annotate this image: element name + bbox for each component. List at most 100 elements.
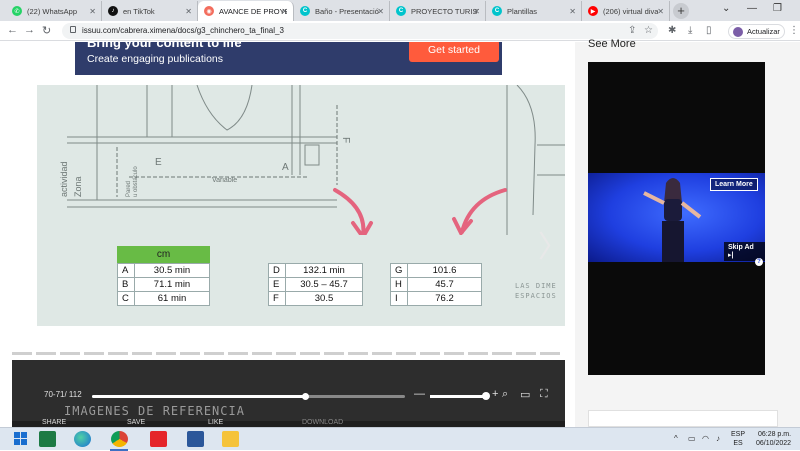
close-icon[interactable]: ✕ [473, 7, 480, 16]
table-row: H 45.7 [390, 277, 482, 292]
download-button[interactable]: DOWNLOAD [302, 419, 343, 426]
fullscreen-icon[interactable]: ⛶ [540, 388, 548, 401]
clock-time: 06:28 p.m. [757, 431, 792, 438]
svg-text:Pared: Pared [126, 181, 132, 197]
svg-text:Zona: Zona [73, 176, 83, 197]
update-button[interactable]: Actualizar [728, 24, 785, 39]
reload-icon[interactable]: ↻ [42, 24, 51, 37]
canva-icon: C [396, 6, 406, 16]
volume-icon[interactable]: ♪ [716, 434, 720, 443]
table-cell: H [390, 277, 408, 292]
zoom-handle[interactable] [482, 392, 490, 400]
browser-toolbar: ← → ↻ issuu.com/cabrera.ximena/docs/g3_c… [0, 21, 800, 41]
zoom-slider[interactable] [430, 395, 488, 398]
download-icon[interactable]: ⤓ [688, 25, 692, 36]
explorer-icon[interactable] [222, 431, 239, 447]
url-text[interactable]: issuu.com/cabrera.ximena/docs/g3_chinche… [82, 26, 284, 35]
sidebar: See More Learn More Skip Ad ▸| ? [575, 38, 800, 427]
tab-issuu[interactable]: ◉ AVANCE DE PROYE ✕ [198, 1, 294, 21]
table-cell: 71.1 min [134, 277, 210, 292]
forward-icon[interactable]: → [24, 24, 35, 36]
page-thumbnails-strip[interactable] [12, 352, 564, 355]
acrobat-icon[interactable] [150, 431, 167, 447]
language-indicator[interactable]: ESP ES [731, 430, 745, 448]
star-icon[interactable]: ☆ [644, 25, 653, 36]
tab-youtube[interactable]: ▶ (206) virtual diva ✕ [582, 1, 670, 21]
excel-icon[interactable] [39, 431, 56, 447]
table-row: B 71.1 min [117, 277, 210, 292]
table-cell: 30.5 min [134, 263, 210, 278]
table-cell: 45.7 [407, 277, 482, 292]
battery-icon[interactable]: ▭ [688, 434, 696, 443]
get-started-button[interactable]: Get started [409, 42, 499, 62]
learn-more-button[interactable]: Learn More [710, 178, 758, 191]
extensions-icon[interactable]: ✱ [668, 25, 676, 36]
next-page-icon[interactable]: 〉 [538, 222, 568, 266]
promo-title: Bring your content to life [87, 42, 242, 50]
restore-icon[interactable]: ❐ [773, 3, 782, 14]
progress-handle[interactable] [301, 393, 309, 400]
update-label: Actualizar [747, 27, 780, 36]
video-ad[interactable]: Learn More Skip Ad ▸| ? [588, 62, 765, 375]
svg-text:E: E [155, 157, 162, 168]
tab-tiktok[interactable]: ♪ en TikTok ✕ [102, 1, 198, 21]
close-icon[interactable]: ✕ [657, 7, 664, 16]
close-icon[interactable]: ✕ [377, 7, 384, 16]
dimensions-table-1: A 30.5 min B 71.1 min C 61 min [117, 263, 210, 306]
tab-bano[interactable]: C Baño - Presentació ✕ [294, 1, 390, 21]
minimize-icon[interactable]: — [747, 3, 757, 14]
table-cell: A [117, 263, 135, 278]
table-cell: B [117, 277, 135, 292]
close-icon[interactable]: ✕ [185, 7, 192, 16]
tab-plantillas[interactable]: C Plantillas ✕ [486, 1, 582, 21]
svg-text:F: F [340, 137, 351, 143]
new-tab-button[interactable]: + [673, 3, 689, 19]
menu-icon[interactable]: ⋮ [789, 25, 799, 36]
layout-icon[interactable]: ▭ [520, 388, 530, 401]
zoom-in-icon[interactable]: + [492, 388, 498, 400]
document-page: Zona actividad Pared u obstáculo E Varia… [37, 85, 565, 326]
close-icon[interactable]: ✕ [89, 7, 96, 16]
issuu-icon: ◉ [204, 6, 214, 16]
edge-icon[interactable] [74, 431, 91, 447]
table-header: cm [117, 246, 210, 263]
tiktok-icon: ♪ [108, 6, 118, 16]
like-button[interactable]: LIKE [208, 419, 223, 426]
chevron-up-icon[interactable]: ^ [674, 434, 678, 443]
clock[interactable]: 06:28 p.m. 06/10/2022 [756, 430, 791, 448]
sidepanel-icon[interactable]: ▯ [706, 25, 712, 36]
svg-text:A: A [282, 162, 289, 173]
save-button[interactable]: SAVE [127, 419, 145, 426]
tab-whatsapp[interactable]: ✆ (22) WhatsApp ✕ [6, 1, 102, 21]
ad-info-icon[interactable]: ? [755, 258, 763, 266]
zoom-out-icon[interactable]: — [414, 388, 425, 400]
word-icon[interactable] [187, 431, 204, 447]
promo-banner[interactable]: Bring your content to life Create engagi… [75, 42, 502, 75]
search-icon[interactable]: ⌕ [502, 388, 508, 401]
table-cell: F [268, 291, 286, 306]
tab-strip: ✆ (22) WhatsApp ✕ ♪ en TikTok ✕ ◉ AVANCE… [0, 0, 800, 21]
close-icon[interactable]: ✕ [569, 7, 576, 16]
lock-icon [70, 26, 76, 33]
avatar [733, 27, 743, 37]
close-icon[interactable]: ✕ [281, 7, 288, 16]
tab-label: Baño - Presentació [315, 6, 379, 16]
tab-label: (22) WhatsApp [27, 6, 78, 16]
progress-fill [92, 395, 305, 398]
share-icon[interactable]: ⇪ [628, 25, 636, 36]
table-cell: 30.5 [285, 291, 363, 306]
wifi-icon[interactable]: ◠ [702, 434, 709, 443]
tab-proyecto[interactable]: C PROYECTO TURIST ✕ [390, 1, 486, 21]
bathroom-drawing: Zona actividad Pared u obstáculo E Varia… [59, 85, 565, 235]
share-button[interactable]: SHARE [42, 419, 66, 426]
table-cell: D [268, 263, 286, 278]
chrome-icon[interactable] [111, 431, 128, 447]
page-progress-bar[interactable] [92, 393, 405, 400]
sidebar-card[interactable] [588, 410, 778, 427]
tab-search-icon[interactable]: ⌄ [722, 3, 730, 14]
page-counter: 70-71/ 112 [44, 390, 82, 399]
windows-start-icon[interactable] [14, 432, 27, 445]
address-bar[interactable]: issuu.com/cabrera.ximena/docs/g3_chinche… [62, 23, 658, 39]
back-icon[interactable]: ← [7, 24, 18, 36]
svg-text:actividad: actividad [59, 161, 69, 197]
